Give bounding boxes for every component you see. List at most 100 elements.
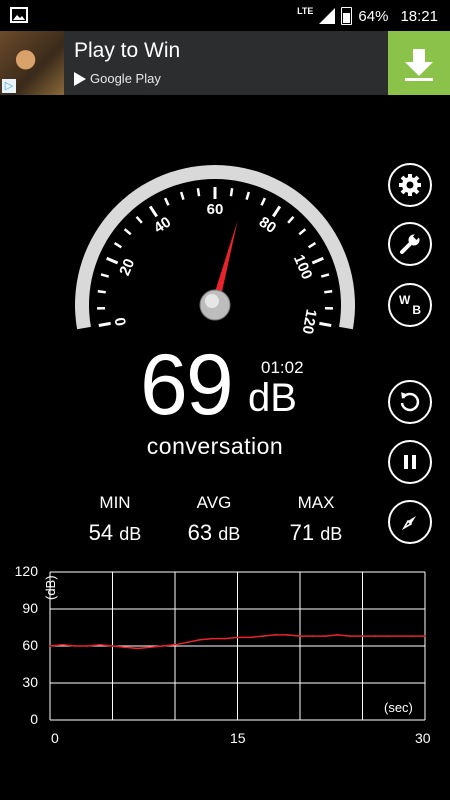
x-tick-label: 30 <box>415 730 431 746</box>
y-tick-label: 90 <box>22 600 38 616</box>
data-point <box>186 641 189 644</box>
y-tick-label: 60 <box>22 637 38 653</box>
reset-icon <box>400 392 420 412</box>
gauge-tick <box>324 290 333 294</box>
wb-b: B <box>412 303 421 317</box>
ad-store-label: Google Play <box>90 71 161 86</box>
gauge-tick <box>271 205 282 218</box>
stat-label: AVG <box>196 493 232 512</box>
stat-value: 63 dB <box>164 520 264 546</box>
ad-title[interactable]: Play to Win <box>74 39 180 63</box>
gauge-tick <box>123 228 132 236</box>
gauge-tick-label: 120 <box>299 308 320 336</box>
y-tick-label: 0 <box>30 711 38 727</box>
battery-percent: 64% <box>358 7 389 25</box>
data-point <box>224 637 226 640</box>
stat-label: MIN <box>99 493 131 512</box>
gauge-tick <box>113 241 123 249</box>
gauge-tick-label: 40 <box>151 213 174 236</box>
data-point <box>99 643 101 646</box>
gauge-tick <box>298 228 307 236</box>
data-point <box>136 647 139 650</box>
elapsed-time: 01:02 <box>261 358 304 377</box>
gauge-tick-label: 60 <box>207 201 224 218</box>
data-point <box>211 637 214 640</box>
data-point <box>411 635 414 638</box>
ad-choices-icon[interactable]: ▷ <box>2 79 16 93</box>
data-point <box>236 636 239 639</box>
wrench-icon <box>400 232 421 254</box>
gauge-tick-label: 100 <box>290 252 316 282</box>
gauge-tick <box>163 197 170 206</box>
stat-unit: dB <box>320 524 343 544</box>
gauge-tick <box>245 191 251 200</box>
stat-label: MAX <box>297 493 335 512</box>
clock: 18:21 <box>400 7 438 25</box>
y-axis-label: (dB) <box>43 575 58 600</box>
gauge-tick-label: 0 <box>112 316 130 327</box>
data-point <box>324 635 326 638</box>
gauge-tick <box>179 191 185 200</box>
data-point <box>261 635 264 638</box>
x-axis-label: (sec) <box>384 700 413 715</box>
data-point <box>74 645 76 647</box>
data-point <box>274 634 276 636</box>
google-play-icon <box>74 71 86 86</box>
stat-avg: AVG 63 dB <box>164 493 264 546</box>
gauge-tick <box>98 321 111 327</box>
compass-button[interactable] <box>388 500 432 544</box>
data-point <box>299 635 301 638</box>
ad-thumbnail[interactable]: ▷ <box>0 31 64 95</box>
data-point <box>111 645 114 647</box>
battery-icon <box>341 7 353 25</box>
gauge-tick <box>260 197 267 206</box>
data-point <box>336 634 339 636</box>
data-point <box>311 635 314 638</box>
y-tick-label: 30 <box>22 674 38 690</box>
stat-number: 71 <box>289 520 315 545</box>
gauge-tick <box>135 216 143 224</box>
settings-button[interactable] <box>388 163 432 207</box>
signal-icon <box>319 8 336 24</box>
data-point <box>149 646 151 649</box>
gauge-tick-label: 20 <box>116 256 138 278</box>
wb-w: W <box>399 293 411 307</box>
gauge-tick <box>229 188 234 197</box>
gauge-dial: 0 20 40 60 80 100 120 <box>75 165 356 336</box>
data-point <box>424 635 426 638</box>
calibration-button[interactable] <box>388 222 432 266</box>
reset-button[interactable] <box>388 380 432 424</box>
stat-number: 63 <box>187 520 213 545</box>
stat-value: 71 dB <box>266 520 366 546</box>
gauge-tick <box>319 321 332 327</box>
data-point <box>349 635 351 638</box>
gauge-tick <box>100 273 110 278</box>
data-point <box>361 635 364 638</box>
gauge-tick <box>311 256 324 265</box>
current-level-value: 69 <box>140 337 234 433</box>
gauge-tick <box>287 216 295 224</box>
data-point <box>249 636 251 639</box>
x-tick-label: 15 <box>230 730 246 746</box>
stat-unit: dB <box>218 524 241 544</box>
data-point <box>124 646 126 649</box>
weighting-button[interactable]: W B <box>388 283 432 327</box>
data-point <box>49 645 51 647</box>
data-point <box>199 638 201 641</box>
noise-category: conversation <box>146 433 284 459</box>
data-point <box>86 645 89 647</box>
data-point <box>161 645 164 647</box>
gauge-tick <box>320 273 330 278</box>
compass-icon <box>401 516 416 531</box>
gauge-tick-label: 80 <box>256 213 279 236</box>
current-level-unit: dB <box>248 376 297 420</box>
data-point <box>374 635 376 638</box>
gauge-tick <box>148 205 159 218</box>
stat-unit: dB <box>119 524 142 544</box>
stat-number: 54 <box>88 520 114 545</box>
download-icon <box>405 49 433 81</box>
ad-banner[interactable]: ▷ Play to Win Google Play <box>0 31 450 95</box>
stat-min: MIN 54 dB <box>65 493 165 546</box>
y-tick-label: 120 <box>14 563 38 579</box>
download-button[interactable] <box>388 31 450 95</box>
